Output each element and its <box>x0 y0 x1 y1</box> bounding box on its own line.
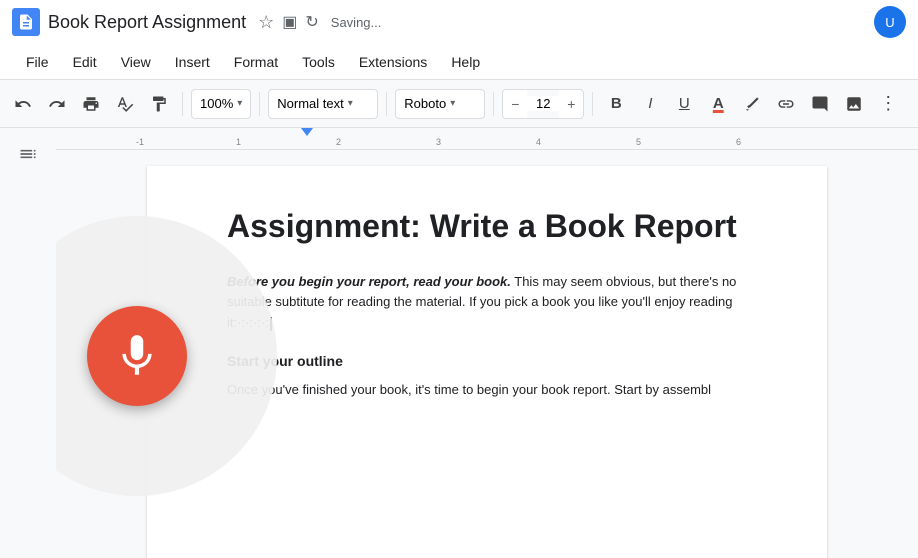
paint-format-button[interactable] <box>144 89 174 119</box>
document-page[interactable]: Assignment: Write a Book Report Before y… <box>147 166 827 558</box>
menu-item-insert[interactable]: Insert <box>165 50 220 74</box>
ruler-content: -1 1 2 3 4 5 6 <box>56 128 918 149</box>
section-1-text: Once you've finished your book, it's tim… <box>227 382 711 397</box>
star-icon[interactable]: ☆ <box>258 12 274 33</box>
font-size-control: − + <box>502 89 584 119</box>
font-size-increase-button[interactable]: + <box>559 89 583 119</box>
underline-button[interactable]: U <box>669 89 699 119</box>
ruler-mark-3: 3 <box>436 137 441 147</box>
separator-5 <box>592 92 593 116</box>
redo-button[interactable] <box>42 89 72 119</box>
menu-item-edit[interactable]: Edit <box>63 50 107 74</box>
paragraph-style-value: Normal text <box>277 96 343 111</box>
section-1-body: Once you've finished your book, it's tim… <box>227 380 767 401</box>
bold-label: B <box>611 95 622 112</box>
more-options-button[interactable]: ⋮ <box>873 89 903 119</box>
section-1-title: Start your outline <box>227 350 767 372</box>
menu-item-file[interactable]: File <box>16 50 59 74</box>
ruler-cursor <box>301 128 313 136</box>
paragraph-style-selector[interactable]: Normal text ▾ <box>268 89 378 119</box>
document-heading: Assignment: Write a Book Report <box>227 206 767 248</box>
print-button[interactable] <box>76 89 106 119</box>
italic-label: I <box>648 95 652 112</box>
menu-item-help[interactable]: Help <box>441 50 490 74</box>
insert-comment-button[interactable] <box>805 89 835 119</box>
ruler-mark-6: 6 <box>736 137 741 147</box>
title-action-icons: ☆ ▣ ↻ <box>258 12 319 33</box>
font-color-button[interactable]: A <box>703 89 733 119</box>
zoom-selector[interactable]: 100% ▾ <box>191 89 251 119</box>
document-title: Book Report Assignment <box>48 12 246 33</box>
paragraph-arrow: ▾ <box>348 98 353 109</box>
google-docs-icon <box>12 8 40 36</box>
voice-overlay <box>56 216 277 496</box>
user-avatar[interactable]: U <box>874 6 906 38</box>
menu-bar: File Edit View Insert Format Tools Exten… <box>0 44 918 80</box>
insert-image-button[interactable] <box>839 89 869 119</box>
main-area: -1 1 2 3 4 5 6 <box>0 128 918 558</box>
menu-item-view[interactable]: View <box>111 50 161 74</box>
menu-item-extensions[interactable]: Extensions <box>349 50 437 74</box>
ruler-mark-4: 4 <box>536 137 541 147</box>
insert-link-button[interactable] <box>771 89 801 119</box>
toolbar: 100% ▾ Normal text ▾ Roboto ▾ − + B I U … <box>0 80 918 128</box>
title-bar: Book Report Assignment ☆ ▣ ↻ Saving... U <box>0 0 918 44</box>
ruler-mark-1: 1 <box>236 137 241 147</box>
document-area: -1 1 2 3 4 5 6 <box>56 128 918 558</box>
ruler-mark-5: 5 <box>636 137 641 147</box>
separator-3 <box>386 92 387 116</box>
outline-toggle-button[interactable] <box>10 136 46 172</box>
font-family-value: Roboto <box>404 96 446 111</box>
highlight-button[interactable] <box>737 89 767 119</box>
more-icon: ⋮ <box>879 93 897 114</box>
underline-label: U <box>679 95 690 112</box>
voice-typing-button[interactable] <box>87 306 187 406</box>
menu-item-tools[interactable]: Tools <box>292 50 345 74</box>
bold-button[interactable]: B <box>601 89 631 119</box>
menu-item-format[interactable]: Format <box>224 50 288 74</box>
zoom-arrow: ▾ <box>237 98 242 109</box>
document-body[interactable]: Before you begin your report, read your … <box>227 272 767 402</box>
bold-italic-text: Before you begin your report, read your … <box>227 274 511 289</box>
page-scroll-area[interactable]: Assignment: Write a Book Report Before y… <box>56 150 918 558</box>
undo-button[interactable] <box>8 89 38 119</box>
section-1: Start your outline Once you've finished … <box>227 350 767 401</box>
font-family-arrow: ▾ <box>450 98 455 109</box>
spellcheck-button[interactable] <box>110 89 140 119</box>
sidebar <box>0 128 56 558</box>
separator-1 <box>182 92 183 116</box>
ruler-mark-2: 2 <box>336 137 341 147</box>
paragraph-1: Before you begin your report, read your … <box>227 272 767 334</box>
font-color-label: A <box>713 95 724 112</box>
zoom-value: 100% <box>200 96 233 111</box>
cloud-sync-icon[interactable]: ↻ <box>305 12 318 32</box>
ruler-mark-n1: -1 <box>136 137 144 147</box>
font-family-selector[interactable]: Roboto ▾ <box>395 89 485 119</box>
font-size-decrease-button[interactable]: − <box>503 89 527 119</box>
saving-status: Saving... <box>331 15 382 30</box>
separator-4 <box>493 92 494 116</box>
separator-2 <box>259 92 260 116</box>
italic-button[interactable]: I <box>635 89 665 119</box>
drive-icon[interactable]: ▣ <box>282 12 297 32</box>
font-size-input[interactable] <box>527 96 559 111</box>
ruler: -1 1 2 3 4 5 6 <box>56 128 918 150</box>
